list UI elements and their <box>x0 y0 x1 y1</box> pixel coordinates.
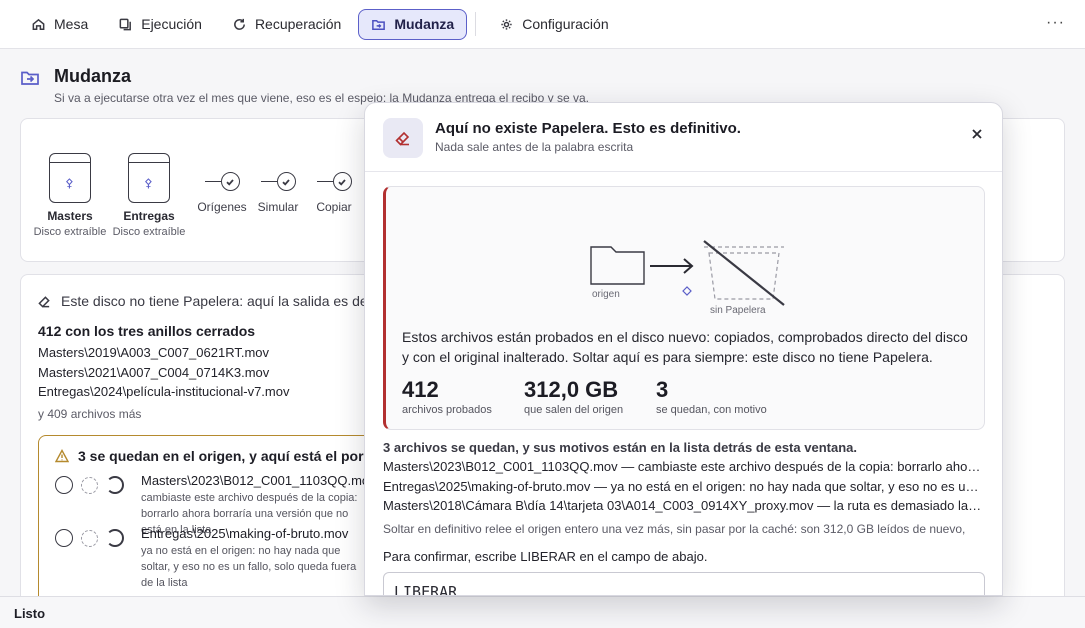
tab-label: Configuración <box>522 16 609 32</box>
trash-label: sin Papelera <box>710 305 766 316</box>
tab-configuracion[interactable]: Configuración <box>486 9 621 40</box>
folder-move-icon <box>372 19 386 30</box>
removable-disk-icon: ⚴ <box>49 153 91 203</box>
disk-kind: Disco extraíble <box>33 226 107 238</box>
warning-card: origen sin Papelera Estos archivos están… <box>383 186 985 430</box>
step-label: Simular <box>257 200 299 214</box>
pending-indicator <box>81 476 98 494</box>
tab-label: Ejecución <box>141 16 202 32</box>
step-simular: Simular <box>248 172 308 214</box>
home-icon <box>32 18 45 30</box>
origin-label: origen <box>592 289 620 300</box>
check-icon <box>332 172 352 191</box>
top-nav: Mesa Ejecución Recuperación Mudanza Conf… <box>0 0 1085 49</box>
removable-disk-icon: ⚴ <box>128 153 170 203</box>
tab-label: Mesa <box>54 16 89 32</box>
stay-reason: ya no está en el origen: no hay nada que… <box>141 545 357 589</box>
reread-note: Soltar en definitivo relee el origen ent… <box>383 522 966 536</box>
status-bar: Listo <box>0 596 1085 628</box>
reason-row: Masters\2023\B012_C001_1103QQ.mov — camb… <box>383 459 983 474</box>
warning-text: Estos archivos están probados en el disc… <box>402 329 968 365</box>
dialog-subtitle: Nada sale antes de la palabra escrita <box>435 140 634 154</box>
tab-mesa[interactable]: Mesa <box>18 9 101 40</box>
usb-icon: ⚴ <box>144 176 153 190</box>
copy-icon <box>119 18 132 30</box>
reasons-title: 3 archivos se quedan, y sus motivos está… <box>383 440 857 455</box>
confirm-input[interactable] <box>383 572 985 595</box>
release-card-header: Este disco no tiene Papelera: aquí la sa… <box>38 293 411 309</box>
dialog-title: Aquí no existe Papelera. Esto es definit… <box>435 120 741 137</box>
eraser-icon <box>383 118 423 158</box>
radio-button[interactable] <box>55 529 73 547</box>
file-row: Entregas\2024\película-institucional-v7.… <box>38 384 290 399</box>
step-label: Copiar <box>316 200 352 214</box>
gear-icon <box>501 18 512 30</box>
more-files-count: y 409 archivos más <box>38 407 142 421</box>
tab-mudanza[interactable]: Mudanza <box>358 8 468 40</box>
tab-recuperacion[interactable]: Recuperación <box>219 9 354 40</box>
spinner-icon <box>106 476 124 494</box>
file-row: Masters\2019\A003_C007_0621RT.mov <box>38 345 270 360</box>
disk-masters[interactable]: ⚴ Masters Disco extraíble <box>25 153 115 238</box>
pending-indicator <box>81 529 98 547</box>
confirm-release-dialog: Aquí no existe Papelera. Esto es definit… <box>364 102 1003 596</box>
rings-closed-title: 412 con los tres anillos cerrados <box>38 323 256 339</box>
page-title: Mudanza <box>54 66 132 86</box>
reason-row: Masters\2018\Cámara B\día 14\tarjeta 03\… <box>383 498 983 513</box>
eraser-icon <box>682 286 692 296</box>
radio-button[interactable] <box>55 476 73 494</box>
confirm-label: Para confirmar, escribe LIBERAR en el ca… <box>383 549 708 564</box>
stat-size: 312,0 GB que salen del origen <box>524 377 624 416</box>
more-menu-button[interactable]: ··· <box>1046 14 1065 32</box>
stays-header: 3 se quedan en el origen, y aquí está el… <box>55 448 388 464</box>
file-row: Masters\2021\A007_C004_0714K3.mov <box>38 365 270 380</box>
disk-entregas[interactable]: ⚴ Entregas Disco extraíble <box>104 153 194 238</box>
stay-path: Masters\2023\B012_C001_1103QQ.mov <box>141 473 376 488</box>
tab-ejecucion[interactable]: Ejecución <box>105 9 215 40</box>
tab-label: Recuperación <box>254 16 342 32</box>
check-icon <box>276 172 296 191</box>
arrow-icon <box>650 258 694 274</box>
folder-move-icon <box>20 68 40 88</box>
check-icon <box>220 172 240 191</box>
eraser-icon <box>38 295 50 308</box>
tab-label: Mudanza <box>394 16 455 32</box>
warning-icon <box>55 449 69 463</box>
step-origenes: Orígenes <box>192 172 252 214</box>
refresh-icon <box>234 18 245 30</box>
stay-path: Entregas\2025\making-of-bruto.mov <box>141 526 349 541</box>
disk-name: Entregas <box>123 209 175 223</box>
strike-line <box>703 240 785 306</box>
step-copiar: Copiar <box>304 172 364 214</box>
reason-row: Entregas\2025\making-of-bruto.mov — ya n… <box>383 479 983 494</box>
no-trash-diagram: origen sin Papelera <box>590 240 785 316</box>
disk-kind: Disco extraíble <box>112 226 186 238</box>
usb-icon: ⚴ <box>65 176 74 190</box>
disk-name: Masters <box>47 209 93 223</box>
step-label: Orígenes <box>197 200 247 214</box>
stat-stay: 3 se quedan, con motivo <box>656 377 767 416</box>
folder-icon <box>590 246 645 285</box>
dialog-header: Aquí no existe Papelera. Esto es definit… <box>365 103 1002 172</box>
tab-separator <box>475 12 477 36</box>
stat-probados: 412 archivos probados <box>402 377 492 416</box>
close-icon[interactable] <box>970 127 984 141</box>
spinner-icon <box>106 529 124 547</box>
